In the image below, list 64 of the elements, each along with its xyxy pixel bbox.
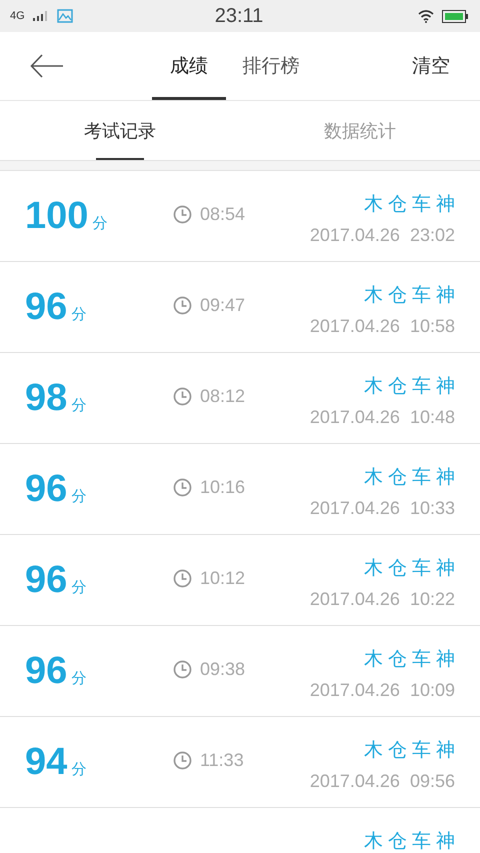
- record-date: 2017.04.26 10:33: [310, 498, 455, 519]
- record-date: 2017.04.26 10:58: [310, 316, 455, 337]
- score: 98: [25, 376, 68, 420]
- record-date: 2017.04.26 10:22: [310, 589, 455, 610]
- user-name: 木仓车神: [364, 739, 460, 763]
- user-name: 木仓车神: [364, 557, 460, 581]
- duration: 10:16: [200, 476, 246, 498]
- record-row[interactable]: 木仓车神: [0, 808, 480, 853]
- score: 96: [25, 286, 68, 328]
- clock-icon: [173, 204, 192, 224]
- score-unit: 分: [71, 578, 86, 596]
- back-arrow-icon[interactable]: [30, 54, 64, 78]
- header-tab[interactable]: 成绩: [152, 35, 226, 100]
- user-name: 木仓车神: [364, 466, 460, 490]
- sub-tab[interactable]: 考试记录: [0, 101, 240, 160]
- record-row[interactable]: 100 分 08:54 木仓车神 2017.04.26 23:02: [0, 171, 480, 262]
- duration: 09:38: [200, 658, 246, 680]
- record-date: 2017.04.26 10:48: [310, 407, 455, 428]
- wifi-icon: [418, 10, 434, 22]
- clock: 23:11: [214, 4, 264, 28]
- signal-icon: [32, 11, 49, 21]
- sub-tab[interactable]: 数据统计: [240, 101, 480, 160]
- clock-icon: [173, 660, 192, 678]
- record-row[interactable]: 98 分 08:12 木仓车神 2017.04.26 10:48: [0, 353, 480, 444]
- battery-icon: [442, 10, 468, 22]
- record-row[interactable]: 96 分 09:38 木仓车神 2017.04.26 10:09: [0, 626, 480, 717]
- clock-icon: [173, 478, 192, 496]
- clock-icon: [173, 386, 192, 406]
- duration: 08:12: [200, 386, 246, 406]
- clear-button[interactable]: 清空: [412, 53, 450, 79]
- score: 96: [25, 650, 68, 692]
- score: 96: [25, 468, 68, 510]
- user-name: 木仓车神: [364, 193, 460, 217]
- user-name: 木仓车神: [364, 284, 460, 308]
- record-date: 2017.04.26 10:09: [310, 680, 455, 701]
- record-row[interactable]: 96 分 09:47 木仓车神 2017.04.26 10:58: [0, 262, 480, 353]
- network-label: 4G: [10, 10, 25, 22]
- user-name: 木仓车神: [364, 375, 460, 399]
- clock-icon: [173, 296, 192, 314]
- record-row[interactable]: 96 分 10:12 木仓车神 2017.04.26 10:22: [0, 535, 480, 626]
- score: 94: [25, 740, 68, 784]
- record-row[interactable]: 96 分 10:16 木仓车神 2017.04.26 10:33: [0, 444, 480, 535]
- clock-icon: [173, 568, 192, 588]
- score-unit: 分: [71, 668, 86, 688]
- record-row[interactable]: 94 分 11:33 木仓车神 2017.04.26 09:56: [0, 717, 480, 808]
- duration: 10:12: [200, 568, 246, 588]
- user-name: 木仓车神: [364, 830, 460, 853]
- score-unit: 分: [71, 760, 86, 778]
- image-icon: [56, 9, 73, 23]
- record-date: 2017.04.26 23:02: [310, 225, 455, 246]
- duration: 11:33: [200, 750, 244, 770]
- score-unit: 分: [71, 396, 86, 414]
- score-unit: 分: [71, 486, 86, 506]
- tab-indicator: [96, 158, 144, 160]
- score-unit: 分: [71, 304, 86, 324]
- score: 96: [25, 558, 68, 602]
- score-unit: 分: [92, 214, 108, 232]
- clock-icon: [173, 750, 192, 770]
- duration: 08:54: [200, 204, 246, 224]
- record-date: 2017.04.26 09:56: [310, 771, 455, 792]
- score: 100: [25, 194, 88, 238]
- header-tab[interactable]: 排行榜: [234, 35, 308, 100]
- user-name: 木仓车神: [364, 648, 460, 672]
- duration: 09:47: [200, 294, 246, 316]
